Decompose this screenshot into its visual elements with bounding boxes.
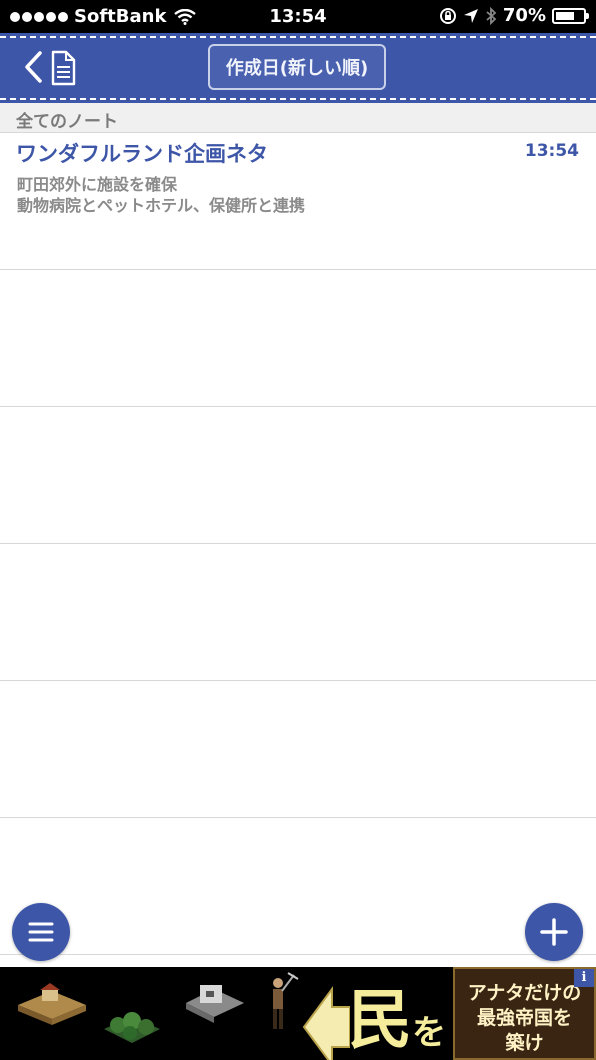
hamburger-icon [28,922,54,942]
ad-copy-line: 築け [505,1032,544,1054]
ad-copy-line: 最強帝国を [476,1007,572,1029]
note-time: 13:54 [524,141,579,161]
ad-headline-kanji: 民 [348,983,412,1058]
chevron-left-icon [25,51,42,83]
sort-order-button[interactable]: 作成日(新しい順) [208,44,386,90]
location-arrow-icon [463,8,478,23]
ad-info-icon[interactable]: i [574,969,594,987]
note-row[interactable]: ワンダフルランド企画ネタ 13:54 町田郊外に施設を確保 動物病院とペットホテ… [0,133,596,270]
ad-quarry-icon [186,985,244,1023]
empty-row [0,270,596,407]
plus-icon [540,918,568,946]
ad-headline-kana: を [412,1013,446,1053]
ad-worker-icon [273,972,299,1029]
nav-dashed-border-top [0,36,596,38]
empty-row [0,407,596,544]
empty-row [0,544,596,681]
nav-dashed-border-bottom [0,98,596,100]
add-note-button[interactable] [525,903,583,961]
battery-icon [552,7,589,24]
rotation-lock-icon [439,7,456,24]
note-title: ワンダフルランド企画ネタ [16,142,268,166]
status-right: 70% [439,5,589,26]
bluetooth-icon [486,6,497,25]
battery-percent: 70% [502,5,546,26]
document-icon [51,50,76,86]
status-bar: SoftBank 13:54 70% [0,0,596,33]
ad-forest-icon [104,1012,160,1043]
empty-row [0,681,596,818]
ad-farm-icon [18,983,86,1025]
note-preview-line: 動物病院とペットホテル、保健所と連携 [17,196,306,215]
arrow-left-icon [302,985,350,1060]
back-button[interactable] [22,50,82,86]
ad-illustration [18,972,350,1060]
section-header: 全てのノート [0,103,596,133]
empty-row [0,818,596,955]
nav-bar: 作成日(新しい順) [0,33,596,103]
ad-banner[interactable]: 民 を アナタだけの 最強帝国を 築け i [0,967,596,1060]
menu-button[interactable] [12,903,70,961]
